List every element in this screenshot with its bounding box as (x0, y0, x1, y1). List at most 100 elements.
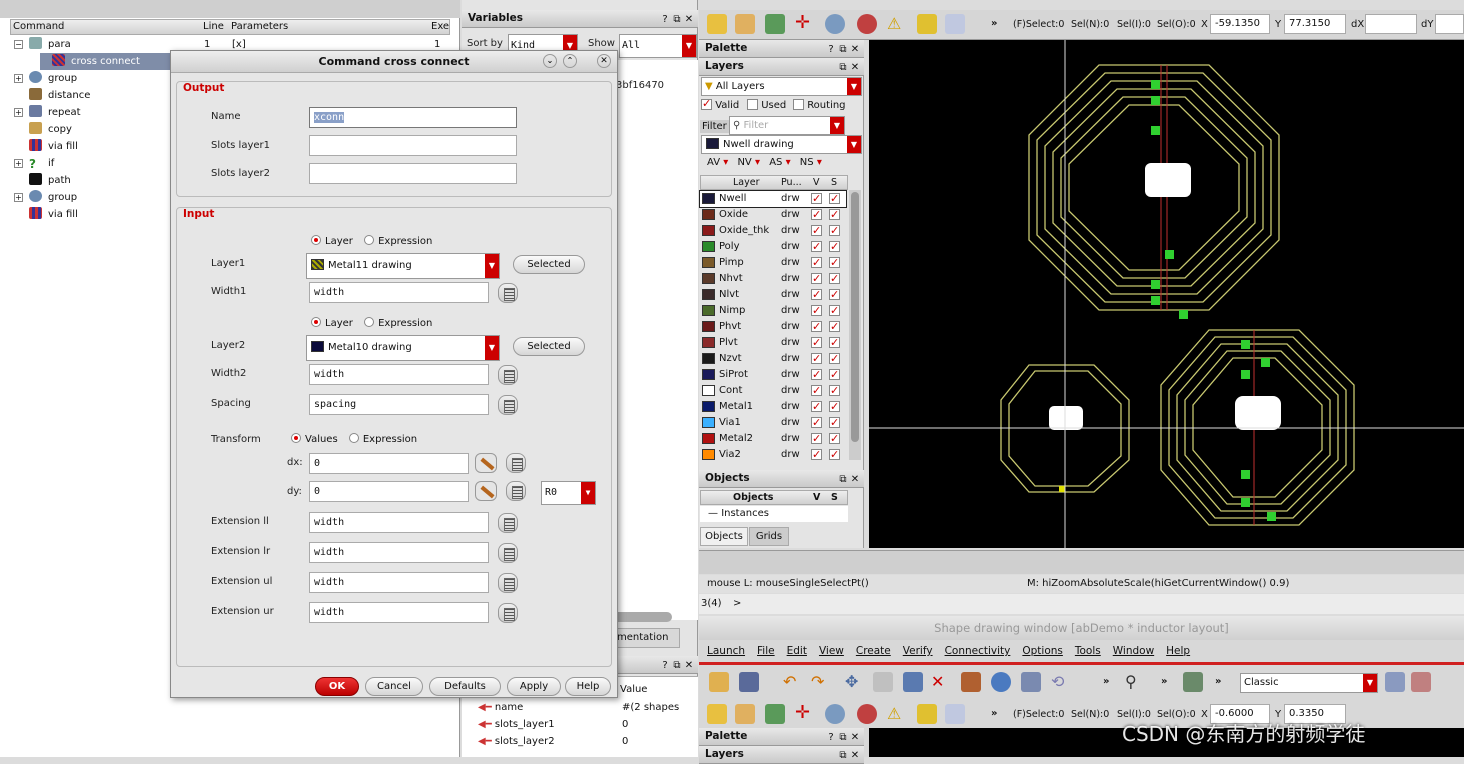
tree-row-group[interactable]: + group (14, 70, 77, 87)
collapse-icon[interactable]: − (14, 40, 23, 49)
visible-checkbox[interactable] (811, 335, 822, 351)
routing-checkbox[interactable]: Routing (793, 99, 846, 111)
ext-ul-input[interactable]: width (309, 572, 489, 593)
visible-checkbox[interactable] (811, 303, 822, 319)
layer-row[interactable]: Metal2 drw (700, 431, 846, 447)
radio-layer1-expression[interactable]: Expression (364, 235, 432, 247)
copy-icon[interactable] (873, 672, 893, 692)
current-layer-select[interactable]: Nwell drawing ▼ (701, 135, 862, 154)
marker-icon[interactable] (917, 14, 937, 34)
instances-row[interactable]: — Instances (700, 506, 925, 523)
layer1-selected-button[interactable]: Selected (513, 255, 585, 274)
dx-coord-field[interactable] (1365, 14, 1417, 34)
selectable-checkbox[interactable] (829, 287, 840, 303)
menu-tools[interactable]: Tools (1075, 645, 1101, 657)
layer-row[interactable]: Metal1 drw (700, 399, 846, 415)
calculator-icon[interactable] (506, 453, 526, 473)
ext-lr-input[interactable]: width (309, 542, 489, 563)
layer2-selected-button[interactable]: Selected (513, 337, 585, 356)
visible-checkbox[interactable] (811, 431, 822, 447)
dy-coord-field[interactable] (1435, 14, 1464, 34)
ext-ur-input[interactable]: width (309, 602, 489, 623)
tree-row-if[interactable]: +? if (14, 155, 54, 172)
valid-checkbox[interactable]: Valid (701, 97, 739, 111)
expand-icon[interactable]: + (14, 74, 23, 83)
ext-ll-input[interactable]: width (309, 512, 489, 533)
selectable-checkbox[interactable] (829, 351, 840, 367)
ns-button[interactable]: NS (800, 157, 814, 168)
y-coord-field[interactable]: 77.3150 (1284, 14, 1346, 34)
layer-row[interactable]: Nwell drw (699, 190, 847, 208)
selectable-checkbox[interactable] (829, 383, 840, 399)
selectable-checkbox[interactable] (829, 367, 840, 383)
more-icon[interactable]: » (991, 708, 997, 719)
maximize-icon[interactable]: ⌃ (563, 54, 577, 68)
tree-col-parameters[interactable]: Parameters (231, 21, 288, 32)
layout-canvas[interactable] (869, 40, 1464, 548)
layer-row[interactable]: Plvt drw (700, 335, 846, 351)
selectable-checkbox[interactable] (829, 431, 840, 447)
menu-launch[interactable]: Launch (707, 645, 745, 657)
close-icon[interactable]: ✕ (597, 54, 611, 68)
selectable-checkbox[interactable] (829, 271, 840, 287)
apply-button[interactable]: Apply (507, 677, 561, 696)
calculator-icon[interactable] (498, 395, 518, 415)
layer-row[interactable]: Phvt drw (700, 319, 846, 335)
visible-checkbox[interactable] (811, 223, 822, 239)
selectable-checkbox[interactable] (829, 255, 840, 271)
tab-grids[interactable]: Grids (749, 527, 789, 546)
delete-icon[interactable]: ✕ (931, 672, 951, 692)
selectable-checkbox[interactable] (829, 191, 840, 207)
layer-row[interactable]: Nzvt drw (700, 351, 846, 367)
ok-button[interactable]: OK (315, 677, 359, 696)
tree-row-repeat[interactable]: + repeat (14, 104, 81, 121)
var-row-slots2[interactable]: ◀━ slots_layer2 0 (478, 734, 698, 750)
show-select[interactable]: All ▼ (619, 34, 697, 58)
snap-icon[interactable] (945, 704, 965, 724)
width2-input[interactable]: width (309, 364, 489, 385)
refresh-icon[interactable]: ⟲ (1051, 672, 1071, 692)
crosshair-icon[interactable]: ✛ (795, 704, 815, 724)
ruler-icon[interactable] (857, 704, 877, 724)
tree-row-distance[interactable]: distance (14, 87, 90, 104)
tree-row-cross-connect[interactable]: cross connect (40, 53, 180, 70)
selectable-checkbox[interactable] (829, 223, 840, 239)
radio-layer1-layer[interactable]: Layer (311, 235, 353, 247)
documentation-tab[interactable]: mentation (612, 628, 680, 648)
move-icon[interactable] (765, 704, 785, 724)
visible-checkbox[interactable] (811, 447, 822, 463)
layer-row[interactable]: Oxide drw (700, 207, 846, 223)
visible-checkbox[interactable] (811, 271, 822, 287)
minimize-icon[interactable]: ⌄ (543, 54, 557, 68)
calculator-icon[interactable] (498, 283, 518, 303)
workspace-select[interactable]: Classic ▼ (1240, 673, 1378, 693)
dialog-titlebar[interactable]: Command cross connect ⌄ ⌃ ✕ (171, 51, 617, 73)
pencil-icon[interactable] (475, 453, 497, 473)
defaults-button[interactable]: Defaults (429, 677, 501, 696)
layer1-select[interactable]: Metal11 drawing ▼ (306, 253, 500, 279)
tree-col-command[interactable]: Command (13, 21, 64, 32)
dy-input[interactable]: 0 (309, 481, 469, 502)
av-button[interactable]: AV (707, 157, 720, 168)
all-layers-select[interactable]: ▼ All Layers ▼ (701, 77, 862, 96)
float-icon[interactable]: ⧉ (671, 11, 683, 28)
as-button[interactable]: AS (769, 157, 782, 168)
close-icon[interactable]: ✕ (683, 11, 695, 28)
zoom-icon[interactable] (825, 14, 845, 34)
dx-input[interactable]: 0 (309, 453, 469, 474)
selectable-checkbox[interactable] (829, 335, 840, 351)
menu-help[interactable]: Help (1166, 645, 1190, 657)
hand-icon[interactable] (735, 704, 755, 724)
hand-icon[interactable] (735, 14, 755, 34)
help-button[interactable]: Help (565, 677, 611, 696)
calculator-icon[interactable] (498, 513, 518, 533)
calculator-icon[interactable] (498, 603, 518, 623)
tree-col-line[interactable]: Line (203, 21, 224, 32)
warning-icon[interactable]: ⚠ (887, 14, 907, 34)
select-icon[interactable] (707, 14, 727, 34)
calculator-icon[interactable] (498, 543, 518, 563)
selectable-checkbox[interactable] (829, 319, 840, 335)
visible-checkbox[interactable] (811, 415, 822, 431)
ruler-icon[interactable] (857, 14, 877, 34)
more-icon[interactable]: » (1103, 676, 1109, 687)
